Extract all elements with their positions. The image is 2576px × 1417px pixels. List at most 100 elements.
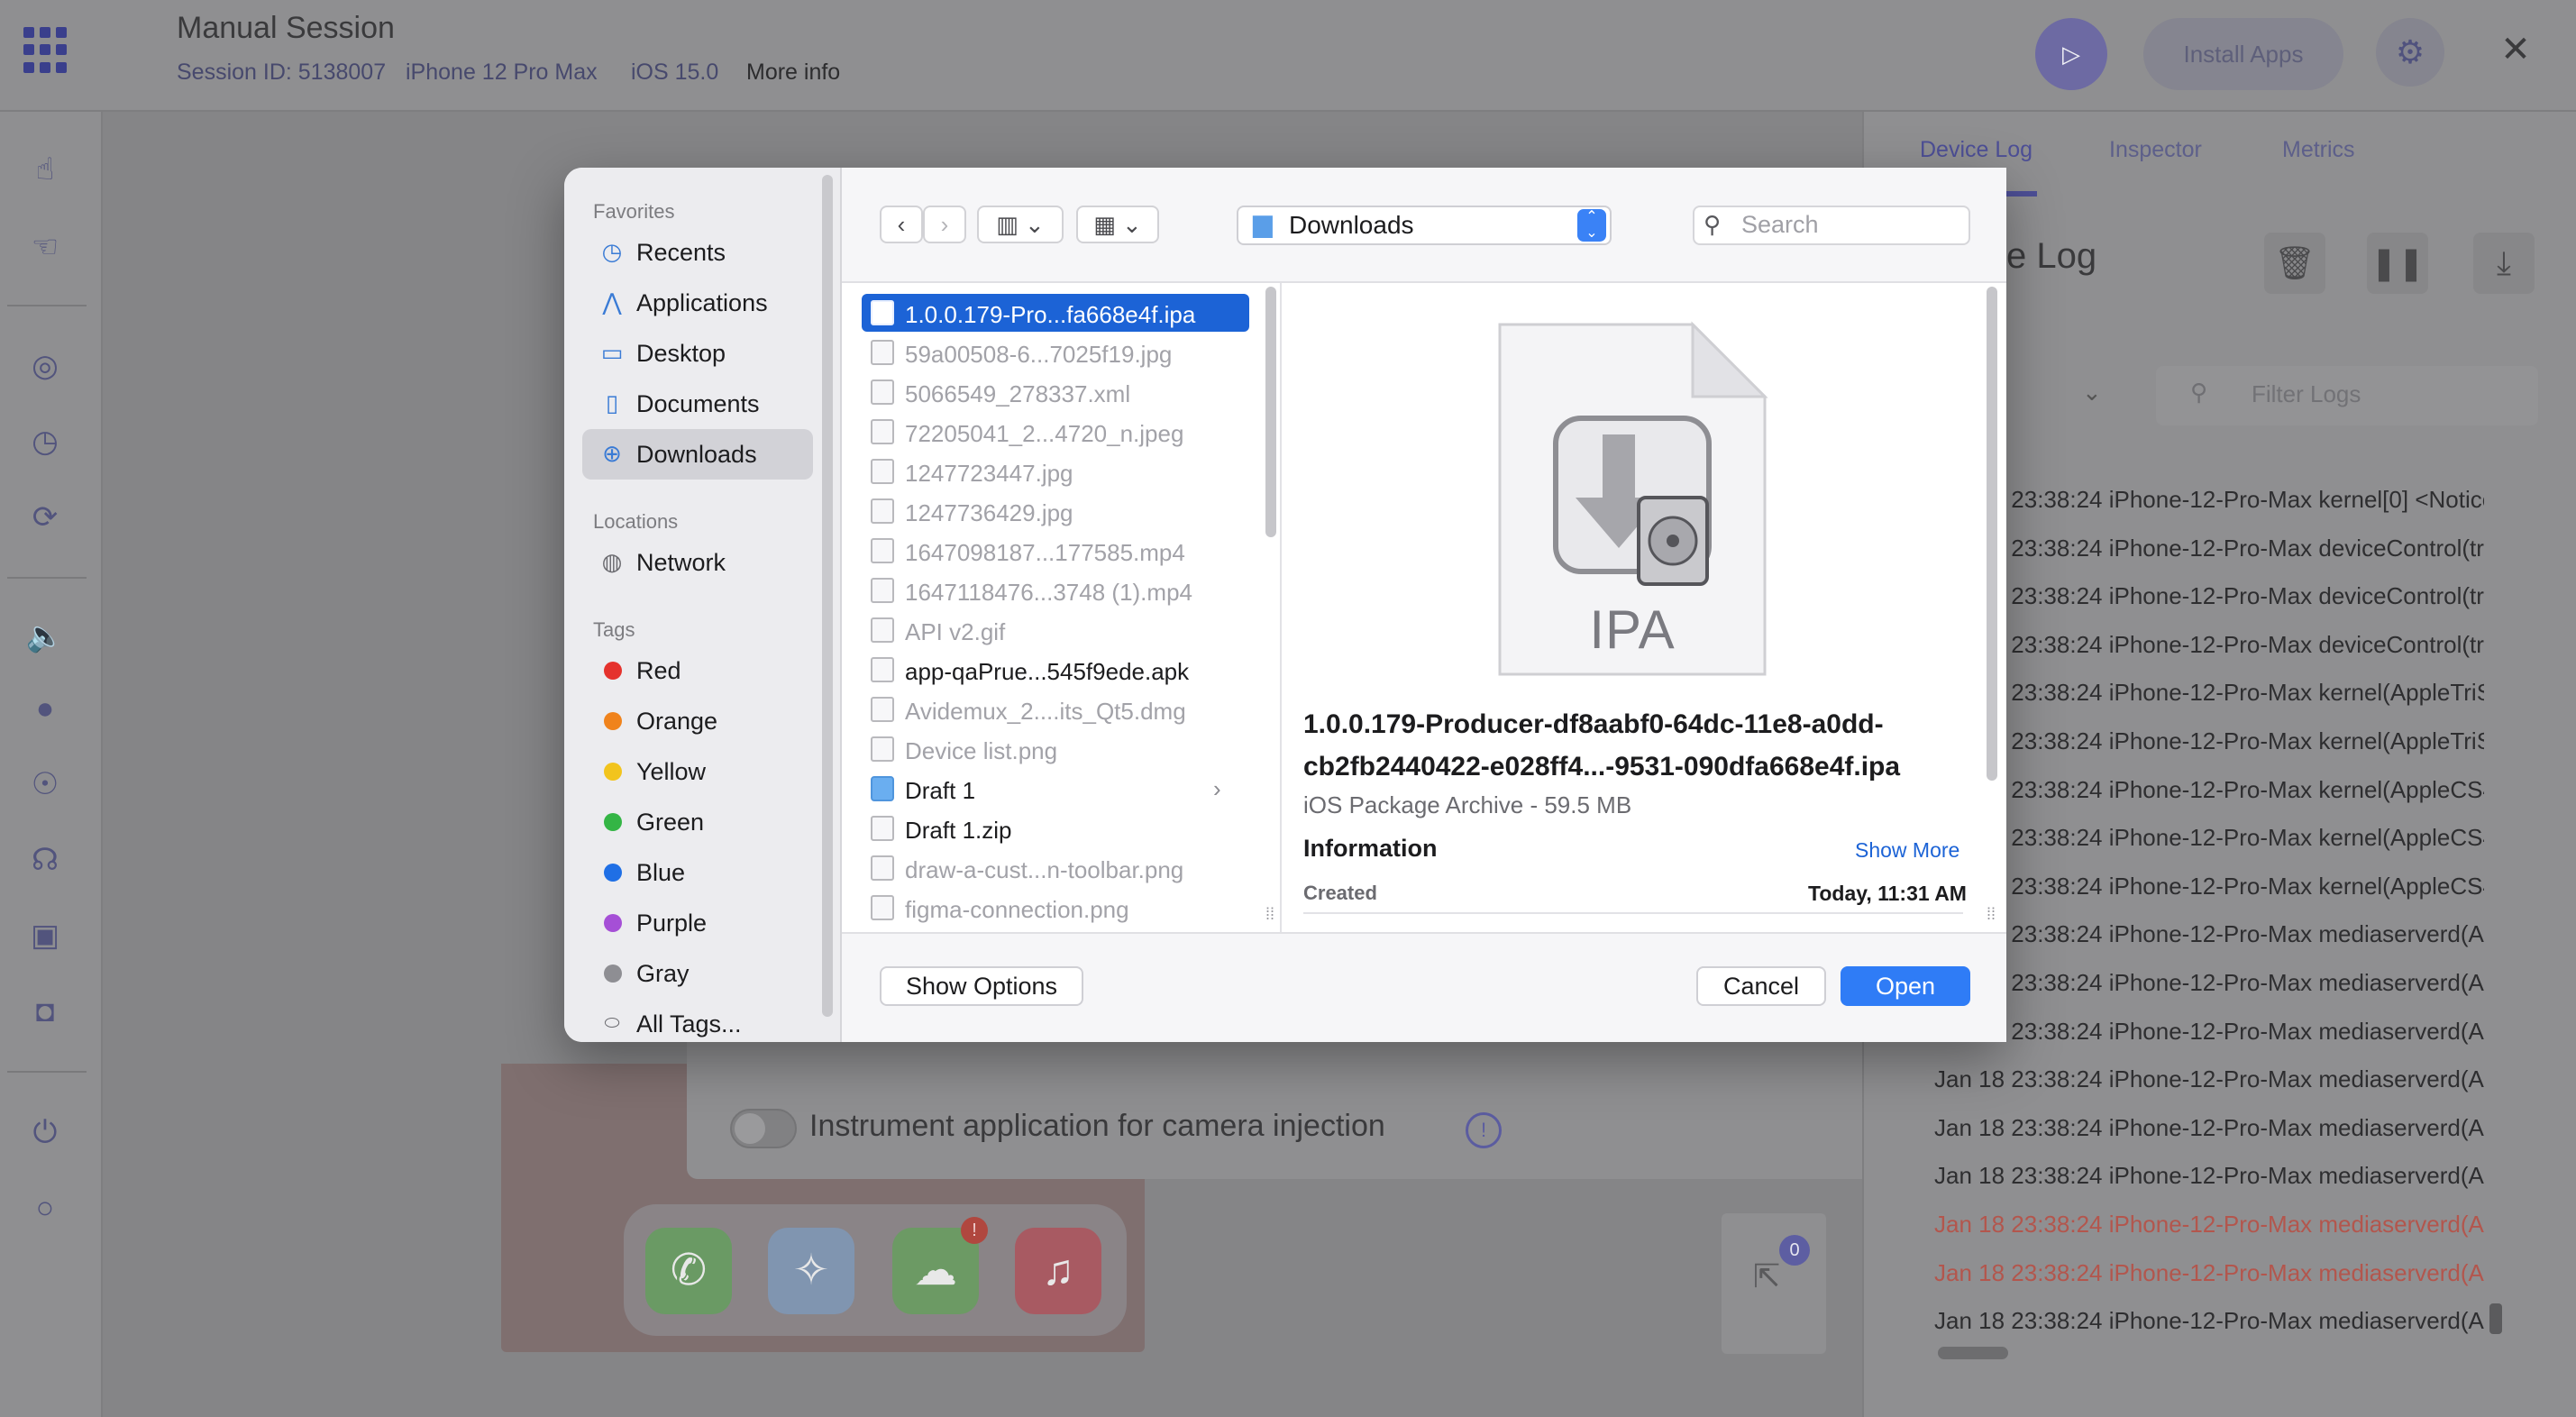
panel-title: e Log [2006, 236, 2097, 276]
file-name: Device list.png [905, 737, 1058, 764]
search-icon: ⚲ [1704, 211, 1722, 238]
tag-color-dot [604, 662, 622, 680]
show-more-link[interactable]: Show More [1855, 838, 1959, 863]
record-icon[interactable]: ● [25, 689, 65, 728]
log-list[interactable]: Jan 18 23:38:24 iPhone-12-Pro-Max kernel… [1934, 476, 2484, 1350]
file-icon [871, 855, 894, 881]
clock-icon: ◷ [601, 238, 623, 265]
app-logo[interactable] [23, 27, 67, 74]
rail-divider [7, 577, 87, 579]
music-app-icon[interactable]: ♫ [1015, 1228, 1101, 1314]
file-row[interactable]: 1.0.0.179-Pro...fa668e4f.ipa [862, 294, 1249, 332]
log-line: Jan 18 23:38:24 iPhone-12-Pro-Max medias… [1934, 1017, 2484, 1045]
file-row: 5066549_278337.xml [862, 373, 1249, 411]
install-apps-button[interactable]: Install Apps [2143, 18, 2343, 90]
log-line: Jan 18 23:38:24 iPhone-12-Pro-Max device… [1934, 582, 2484, 610]
lock-icon[interactable]: ▣ [25, 916, 65, 955]
show-options-button[interactable]: Show Options [880, 966, 1083, 1006]
close-session-button[interactable]: ✕ [2493, 27, 2538, 72]
chevron-down-icon[interactable]: ⌄ [2082, 379, 2102, 407]
phone-app-icon[interactable]: ✆ [645, 1228, 732, 1314]
tag-icon: ⬭ [604, 1013, 620, 1033]
locations-heading: Locations [593, 510, 679, 533]
play-button[interactable]: ▷ [2035, 18, 2107, 90]
sidebar-tag-gray[interactable]: Gray [582, 948, 813, 999]
cancel-button[interactable]: Cancel [1696, 966, 1826, 1006]
camera-icon[interactable]: ◘ [25, 992, 65, 1031]
sidebar-item-label: Network [636, 549, 726, 576]
sidebar-item-downloads[interactable]: ⊕ Downloads [582, 429, 813, 480]
column-divider[interactable] [1280, 283, 1282, 932]
column-resize-handle[interactable]: ⁞⁞ [1265, 905, 1274, 924]
sidebar-item-documents[interactable]: ▯ Documents [582, 379, 813, 429]
file-row: Device list.png [862, 730, 1249, 768]
pause-log-button[interactable]: ❚❚ [2367, 233, 2428, 294]
file-name: 59a00508-6...7025f19.jpg [905, 341, 1173, 368]
file-row: 1247723447.jpg [862, 453, 1249, 490]
clock-icon[interactable]: ◷ [25, 422, 65, 462]
location-icon[interactable]: ◎ [25, 346, 65, 386]
biometric-icon[interactable]: ☉ [25, 764, 65, 804]
sidebar-tag-green[interactable]: Green [582, 797, 813, 847]
tags-heading: Tags [593, 618, 635, 641]
sidebar-item-recents[interactable]: ◷ Recents [582, 227, 813, 278]
group-button[interactable]: ▦ ⌄ [1076, 206, 1159, 243]
forward-button[interactable]: › [923, 206, 966, 243]
chevron-right-icon: › [940, 211, 949, 238]
volume-icon[interactable]: 🔈 [25, 617, 65, 656]
download-log-button[interactable]: ⤓ [2473, 233, 2535, 294]
sidebar-item-all-tags[interactable]: ⬭ All Tags... [582, 999, 813, 1049]
sidebar-tag-blue[interactable]: Blue [582, 847, 813, 898]
file-icon [871, 816, 894, 841]
search-input[interactable] [1693, 206, 1970, 245]
file-icon [871, 657, 894, 682]
messages-badge: ! [961, 1217, 988, 1244]
side-tool-badge: 0 [1779, 1235, 1810, 1266]
preview-scrollbar[interactable] [1987, 287, 1997, 781]
chevron-right-icon: › [1213, 775, 1221, 802]
log-scrollbar[interactable] [2489, 1303, 2502, 1334]
globe-icon: ◍ [601, 548, 623, 575]
file-list-scrollbar[interactable] [1265, 287, 1276, 537]
share-icon[interactable]: ⇱ [1747, 1257, 1786, 1296]
sidebar-tag-orange[interactable]: Orange [582, 696, 813, 746]
camera-injection-toggle[interactable] [730, 1109, 797, 1148]
os-version: iOS 15.0 [631, 59, 719, 85]
file-list-column[interactable]: 1.0.0.179-Pro...fa668e4f.ipa 59a00508-6..… [849, 283, 1264, 932]
file-name: 1247723447.jpg [905, 460, 1073, 487]
voice-icon[interactable]: ☊ [25, 840, 65, 880]
sidebar-item-desktop[interactable]: ▭ Desktop [582, 328, 813, 379]
safari-app-icon[interactable]: ✧ [768, 1228, 854, 1314]
view-mode-button[interactable]: ▥ ⌄ [977, 206, 1064, 243]
file-icon [871, 419, 894, 444]
sidebar-item-applications[interactable]: ⋀ Applications [582, 278, 813, 328]
tab-metrics[interactable]: Metrics [2282, 137, 2355, 163]
info-divider [1303, 912, 1963, 914]
sidebar-item-label: Green [636, 809, 705, 836]
gesture-icon[interactable]: ☜ [25, 227, 65, 267]
location-popup-label: Downloads [1289, 211, 1414, 239]
file-row[interactable]: app-qaPrue...545f9ede.apk [862, 651, 1249, 689]
sidebar-tag-red[interactable]: Red [582, 645, 813, 696]
more-info-link[interactable]: More info [746, 59, 840, 86]
file-row[interactable]: Draft 1.zip [862, 809, 1249, 847]
sidebar-item-network[interactable]: ◍ Network [582, 537, 813, 588]
open-button[interactable]: Open [1841, 966, 1970, 1006]
settings-button[interactable]: ⚙ [2376, 18, 2444, 87]
power-icon[interactable]: ⏻ [25, 1112, 65, 1152]
sidebar-tag-purple[interactable]: Purple [582, 898, 813, 948]
clear-log-button[interactable]: 🗑 [2264, 233, 2325, 294]
tab-inspector[interactable]: Inspector [2109, 137, 2202, 163]
log-horizontal-scrollbar[interactable] [1938, 1347, 2008, 1359]
info-icon[interactable]: ! [1466, 1112, 1502, 1148]
home-icon[interactable]: ○ [25, 1188, 65, 1228]
tab-device-log[interactable]: Device Log [1920, 137, 2032, 163]
sidebar-tag-yellow[interactable]: Yellow [582, 746, 813, 797]
rotate-icon[interactable]: ⟳ [25, 498, 65, 537]
column-resize-handle[interactable]: ⁞⁞ [1987, 905, 1996, 924]
touch-icon[interactable]: ☝ [25, 150, 65, 189]
back-button[interactable]: ‹ [880, 206, 923, 243]
file-name: Draft 1 [905, 777, 976, 804]
sidebar-scrollbar[interactable] [822, 175, 833, 1017]
folder-row[interactable]: Draft 1 [862, 770, 1249, 808]
